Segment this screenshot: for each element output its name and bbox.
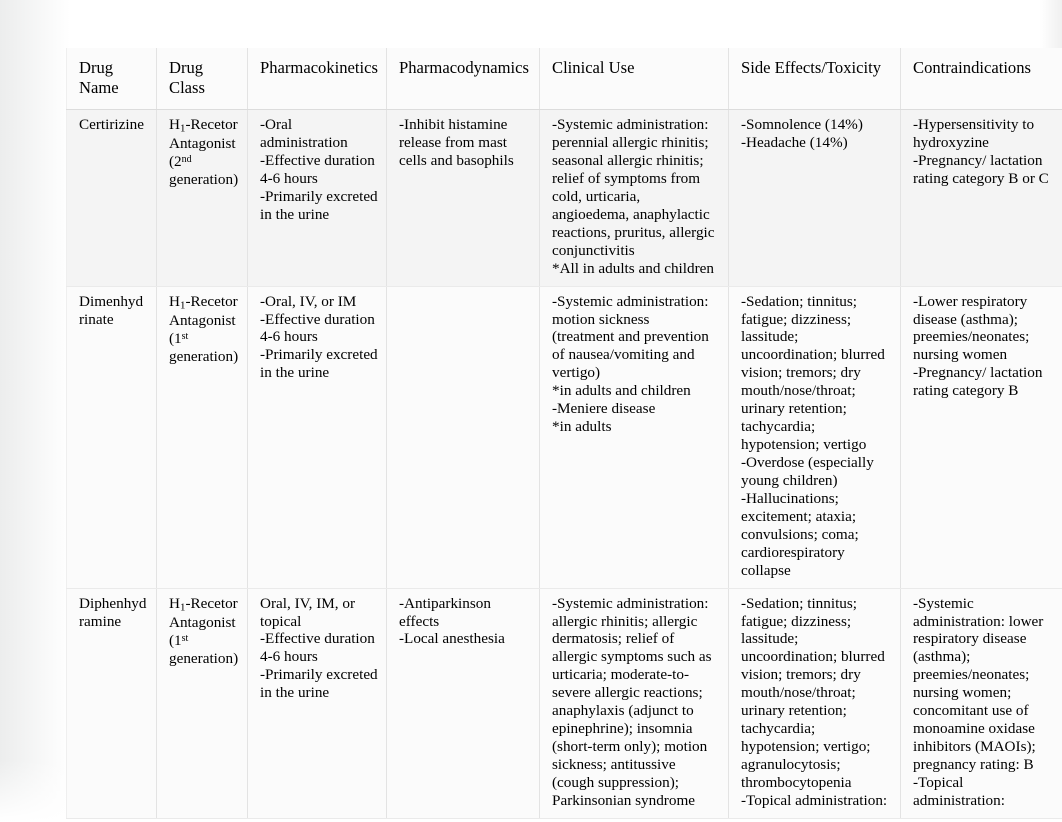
side-effects-text: -Sedation; tinnitus; fatigue; dizziness;… (741, 292, 885, 579)
drug-class-main: H (169, 594, 180, 612)
contraindications-text: -Lower respiratory disease (asthma); pre… (913, 292, 1043, 400)
drug-name-text: Diphenhydramine (79, 594, 147, 630)
pharmacokinetics-text: -Oral administration -Effective duration… (260, 116, 378, 223)
drug-class-generation-superscript: st (181, 632, 189, 644)
cell-contraindications: -Hypersensitivity to hydroxyzine -Pregna… (900, 109, 1062, 287)
drug-class-generation-prefix: (2 (169, 153, 182, 171)
column-header-drug-name-label: Drug Name (79, 58, 119, 97)
column-header-side-effects-label: Side Effects/Toxicity (741, 58, 882, 77)
drug-class-text: H1-Recetor Antagonist (169, 293, 239, 330)
cell-pharmacodynamics: -Inhibit histamine release from mast cel… (386, 109, 540, 287)
drug-class-main: H (169, 292, 180, 310)
cell-clinical-use: -Systemic administration: allergic rhini… (539, 588, 729, 819)
cell-contraindications: -Systemic administration: lower respirat… (900, 588, 1062, 819)
cell-drug-name: Certirizine (66, 109, 157, 287)
cell-contraindications: -Lower respiratory disease (asthma); pre… (900, 286, 1062, 589)
drug-class-generation-prefix: (1 (169, 631, 182, 649)
cell-pharmacodynamics (386, 286, 540, 589)
cell-pharmacokinetics: Oral, IV, IM, or topical -Effective dura… (247, 588, 387, 819)
column-header-pharmacodynamics: Pharmacodynamics (386, 48, 540, 111)
cell-clinical-use: -Systemic administration: perennial alle… (539, 109, 729, 287)
drug-name-text: Certirizine (79, 116, 144, 134)
cell-drug-class: H1-Recetor Antagonist (2nd generation) (156, 109, 248, 287)
cell-drug-name: Diphenhydramine (66, 588, 157, 819)
drug-class-text: H1-Recetor Antagonist (169, 116, 239, 153)
pharmacodynamics-text: -Inhibit histamine release from mast cel… (399, 116, 514, 170)
table-body: Certirizine H1-Recetor Antagonist (2nd g… (66, 109, 1062, 819)
drug-table-container: Drug Name Drug Class Pharmacokinetics Ph… (66, 48, 1062, 819)
drug-class-generation-superscript: nd (181, 154, 192, 166)
scan-shadow-left (0, 0, 70, 822)
drug-class-generation-suffix: generation) (169, 171, 239, 189)
column-header-drug-name: Drug Name (66, 48, 157, 111)
column-header-drug-class: Drug Class (156, 48, 248, 111)
cell-drug-class: H1-Recetor Antagonist (1st generation) (156, 286, 248, 589)
drug-class-generation-suffix: generation) (169, 649, 239, 667)
cell-drug-name: Dimenhydrinate (66, 286, 157, 589)
column-header-contraindications-label: Contraindications (913, 58, 1031, 77)
column-header-contraindications: Contraindications (900, 48, 1062, 111)
clinical-use-text: -Systemic administration: allergic rhini… (552, 594, 712, 809)
drug-class-text: H1-Recetor Antagonist (169, 595, 239, 632)
pharmacokinetics-text: -Oral, IV, or IM -Effective duration 4-6… (260, 292, 378, 382)
side-effects-text: -Somnolence (14%) -Headache (14%) (741, 116, 863, 152)
table-header: Drug Name Drug Class Pharmacokinetics Ph… (66, 48, 1062, 111)
cell-pharmacodynamics: -Antiparkinson effects -Local anesthesia (386, 588, 540, 819)
drug-class-generation: (1st (169, 330, 239, 348)
drug-class-generation-superscript: st (181, 330, 189, 342)
column-header-clinical-use: Clinical Use (539, 48, 729, 111)
drug-comparison-table: Drug Name Drug Class Pharmacokinetics Ph… (66, 48, 1062, 819)
clinical-use-text: -Systemic administration: perennial alle… (552, 116, 715, 277)
cell-pharmacokinetics: -Oral, IV, or IM -Effective duration 4-6… (247, 286, 387, 589)
cell-side-effects: -Sedation; tinnitus; fatigue; dizziness;… (728, 588, 901, 819)
pharmacokinetics-text: Oral, IV, IM, or topical -Effective dura… (260, 594, 378, 702)
drug-class-generation-suffix: generation) (169, 347, 239, 365)
contraindications-text: -Hypersensitivity to hydroxyzine -Pregna… (913, 116, 1049, 187)
drug-class-generation: (2nd (169, 153, 239, 171)
drug-class-main: H (169, 116, 180, 134)
pharmacodynamics-text: -Antiparkinson effects -Local anesthesia (399, 594, 505, 648)
column-header-side-effects: Side Effects/Toxicity (728, 48, 901, 111)
cell-side-effects: -Somnolence (14%) -Headache (14%) (728, 109, 901, 287)
column-header-clinical-use-label: Clinical Use (552, 58, 635, 77)
column-header-pharmacodynamics-label: Pharmacodynamics (399, 58, 529, 77)
cell-pharmacokinetics: -Oral administration -Effective duration… (247, 109, 387, 287)
cell-side-effects: -Sedation; tinnitus; fatigue; dizziness;… (728, 286, 901, 589)
table-row: Certirizine H1-Recetor Antagonist (2nd g… (66, 109, 1062, 287)
document-page: Drug Name Drug Class Pharmacokinetics Ph… (0, 0, 1062, 822)
clinical-use-text: -Systemic administration: motion sicknes… (552, 292, 709, 436)
cell-drug-class: H1-Recetor Antagonist (1st generation) (156, 588, 248, 819)
table-header-row: Drug Name Drug Class Pharmacokinetics Ph… (66, 48, 1062, 111)
side-effects-text: -Sedation; tinnitus; fatigue; dizziness;… (741, 594, 888, 809)
drug-class-generation: (1st (169, 632, 239, 650)
column-header-pharmacokinetics-label: Pharmacokinetics (260, 58, 378, 77)
table-row: Diphenhydramine H1-Recetor Antagonist (1… (66, 588, 1062, 819)
drug-name-text: Dimenhydrinate (79, 292, 144, 328)
column-header-drug-class-label: Drug Class (169, 58, 205, 97)
cell-clinical-use: -Systemic administration: motion sicknes… (539, 286, 729, 589)
drug-class-generation-prefix: (1 (169, 329, 182, 347)
table-row: Dimenhydrinate H1-Recetor Antagonist (1s… (66, 286, 1062, 589)
contraindications-text: -Systemic administration: lower respirat… (913, 594, 1044, 809)
column-header-pharmacokinetics: Pharmacokinetics (247, 48, 387, 111)
